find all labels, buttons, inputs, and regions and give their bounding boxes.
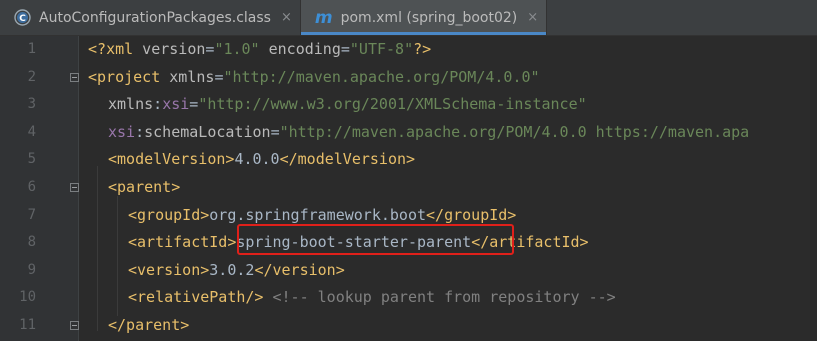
tab-label: pom.xml (spring_boot02) [340,9,518,26]
line-number: 5 [27,151,36,168]
line-number: 2 [27,68,36,85]
tab-pom-xml[interactable]: m pom.xml (spring_boot02) × [300,0,548,35]
fold-toggle-icon[interactable] [70,321,79,330]
code-text: <relativePath/> <!-- lookup parent from … [128,288,616,307]
line-number: 8 [27,234,36,251]
line-number: 4 [27,123,36,140]
close-icon[interactable]: × [527,10,538,25]
code-editor[interactable]: 1 <?xml version="1.0" encoding="UTF-8"?>… [0,36,817,341]
line-number: 11 [19,317,36,333]
code-line: 1 <?xml version="1.0" encoding="UTF-8"?> [0,36,817,64]
code-line: 9 <version>3.0.2</version> [0,257,817,285]
red-highlight-box [237,224,514,255]
svg-text:C: C [19,14,26,24]
code-line: 10 <relativePath/> <!-- lookup parent fr… [0,284,817,312]
fold-toggle-icon[interactable] [70,72,79,82]
code-text: <version>3.0.2</version> [128,260,345,279]
code-text: <project xmlns="http://maven.apache.org/… [88,67,540,86]
code-text: xmlns:xsi="http://www.w3.org/2001/XMLSch… [108,95,587,114]
line-number: 3 [27,96,36,113]
code-line: 11 </parent> [0,312,817,340]
line-number: 9 [27,261,36,278]
maven-m-icon: m [314,7,333,28]
line-number: 10 [19,289,36,306]
code-text: <?xml version="1.0" encoding="UTF-8"?> [88,40,432,58]
line-number: 6 [27,179,36,195]
class-file-icon: C [14,9,31,26]
code-line: 3 xmlns:xsi="http://www.w3.org/2001/XMLS… [0,91,817,119]
code-text: <parent> [108,178,181,196]
code-line: 2 <project xmlns="http://maven.apache.or… [0,64,817,92]
fold-toggle-icon[interactable] [70,183,79,192]
tab-label: AutoConfigurationPackages.class [39,9,271,26]
close-icon[interactable]: × [281,10,292,25]
code-line: 4 xsi:schemaLocation="http://maven.apach… [0,119,817,147]
code-text: xsi:schemaLocation="http://maven.apache.… [108,122,750,141]
code-text: </parent> [108,316,190,334]
editor-tab-bar: C AutoConfigurationPackages.class × m po… [0,0,817,36]
line-number: 1 [27,41,36,57]
code-line: 5 <modelVersion>4.0.0</modelVersion> [0,146,817,174]
tab-autoconfigurationpackages[interactable]: C AutoConfigurationPackages.class × [0,0,301,35]
code-line: 6 <parent> [0,174,817,202]
line-number: 7 [27,206,36,223]
code-text: <modelVersion>4.0.0</modelVersion> [108,150,416,169]
